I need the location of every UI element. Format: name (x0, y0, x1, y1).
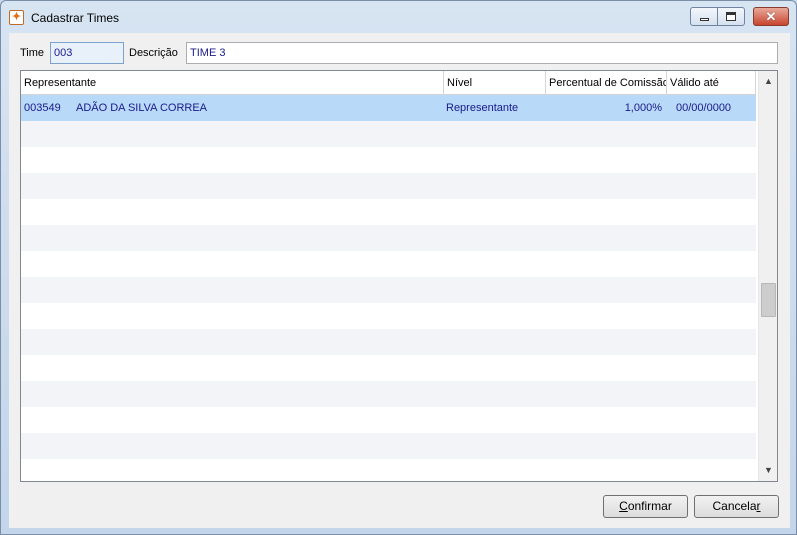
scroll-up-icon[interactable]: ▲ (759, 73, 777, 90)
app-logo-icon: ✦ (9, 10, 24, 25)
scroll-down-icon[interactable]: ▼ (759, 462, 777, 479)
descricao-label: Descrição (129, 47, 178, 59)
empty-row[interactable] (21, 329, 756, 355)
time-code-input[interactable]: 003 (50, 42, 124, 64)
empty-row[interactable] (21, 147, 756, 173)
empty-row[interactable] (21, 199, 756, 225)
confirmar-accel: C (619, 499, 628, 513)
minimize-button[interactable] (690, 7, 718, 26)
dialog-body: Time 003 Descrição TIME 3 Representante … (9, 33, 790, 528)
cell-codigo: 003549 (24, 102, 61, 114)
column-header-percentual[interactable]: Percentual de Comissão (546, 71, 667, 95)
representantes-grid[interactable]: Representante Nível Percentual de Comiss… (20, 70, 778, 482)
dialog-window: ✦ Cadastrar Times ✕ Time 003 Descrição T… (0, 0, 797, 535)
column-header-representante[interactable]: Representante (21, 71, 444, 95)
empty-row[interactable] (21, 407, 756, 433)
cell-nivel: Representante (446, 102, 519, 114)
cell-nome: ADÃO DA SILVA CORREA (76, 102, 208, 114)
maximize-icon (726, 12, 736, 21)
cancelar-accel: r (756, 499, 761, 513)
empty-row[interactable] (21, 355, 756, 381)
empty-row[interactable] (21, 459, 756, 481)
minimize-icon (700, 18, 709, 21)
vertical-scrollbar[interactable]: ▲ ▼ (758, 71, 777, 481)
window-title: Cadastrar Times (31, 11, 120, 25)
column-header-valido-ate[interactable]: Válido até (667, 71, 756, 95)
close-icon: ✕ (765, 9, 777, 24)
empty-row[interactable] (21, 277, 756, 303)
empty-row[interactable] (21, 225, 756, 251)
descricao-input[interactable]: TIME 3 (186, 42, 778, 64)
confirmar-label: onfirmar (627, 499, 672, 513)
column-header-nivel[interactable]: Nível (444, 71, 546, 95)
maximize-button[interactable] (718, 7, 745, 26)
scrollbar-thumb[interactable] (761, 283, 776, 317)
title-bar[interactable]: ✦ Cadastrar Times ✕ (1, 1, 796, 33)
cancelar-label: Cancela (712, 499, 757, 513)
grid-header: Representante Nível Percentual de Comiss… (21, 71, 756, 95)
time-label: Time (20, 47, 45, 59)
empty-row[interactable] (21, 303, 756, 329)
empty-row[interactable] (21, 381, 756, 407)
table-row[interactable]: 003549 ADÃO DA SILVA CORREA Representant… (21, 95, 756, 121)
empty-row[interactable] (21, 433, 756, 459)
confirmar-button[interactable]: Confirmar (603, 495, 688, 518)
empty-row[interactable] (21, 173, 756, 199)
cell-valido-ate: 00/00/0000 (676, 102, 732, 114)
empty-row[interactable] (21, 121, 756, 147)
empty-row[interactable] (21, 251, 756, 277)
cancelar-button[interactable]: Cancelar (694, 495, 779, 518)
close-button[interactable]: ✕ (753, 7, 789, 26)
cell-percentual: 1,000% (624, 102, 662, 114)
